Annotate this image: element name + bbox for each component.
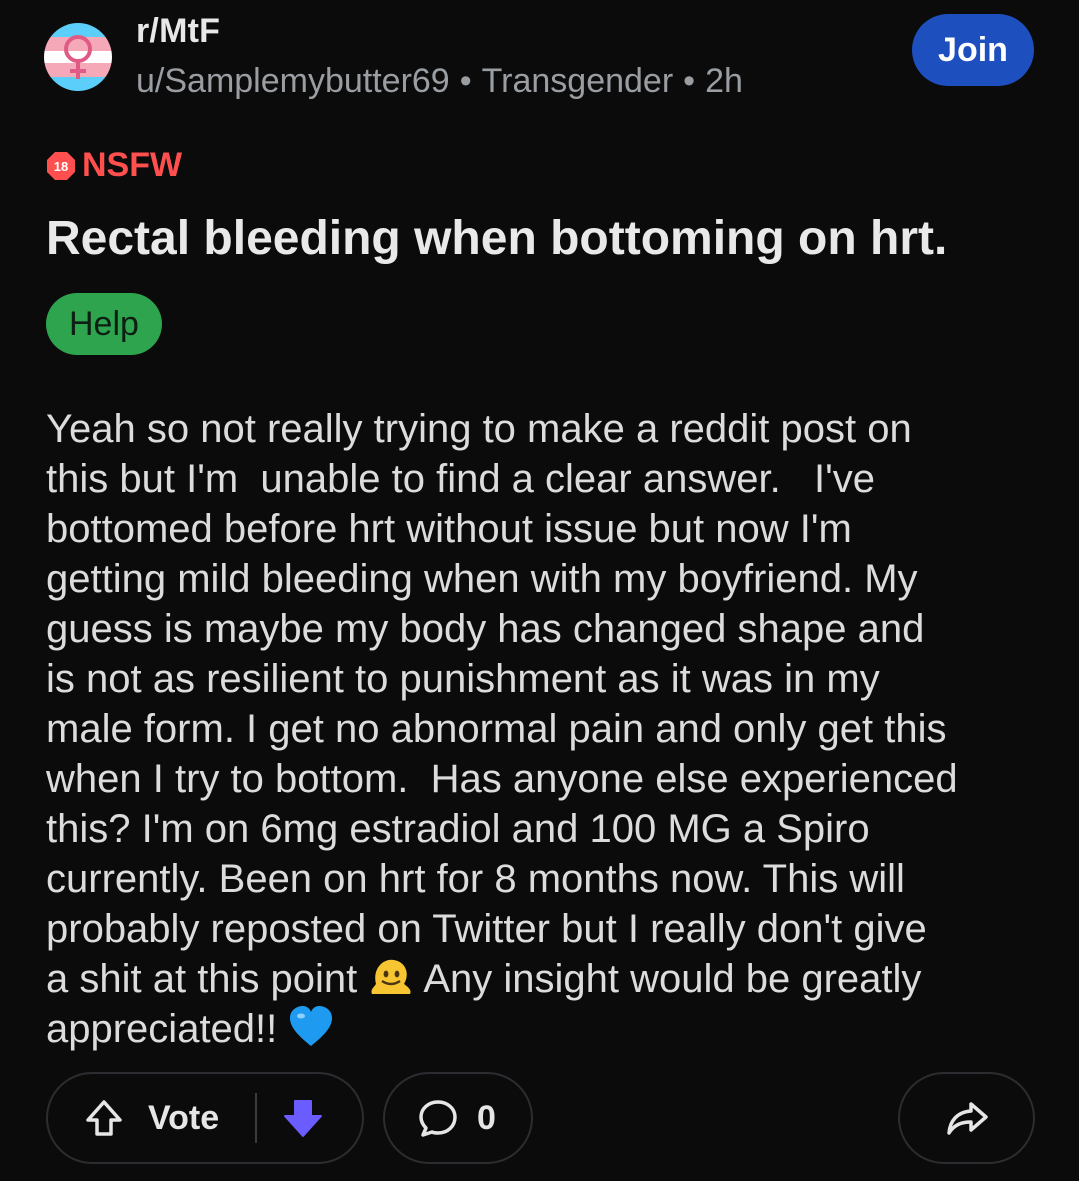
meta-separator: • bbox=[683, 62, 696, 100]
join-button[interactable]: Join bbox=[912, 14, 1034, 86]
melting-face-emoji bbox=[371, 959, 411, 994]
post-title[interactable]: Rectal bleeding when bottoming on hrt. bbox=[46, 208, 1046, 270]
nsfw-badge-number: 18 bbox=[54, 159, 68, 174]
vote-divider bbox=[255, 1093, 258, 1143]
username-link[interactable]: u/Samplemybutter69 bbox=[136, 62, 450, 100]
trans-symbol-avatar bbox=[44, 23, 112, 91]
downvote-arrow-icon[interactable] bbox=[281, 1096, 325, 1140]
18-plus-badge-icon: 18 bbox=[47, 151, 75, 180]
comment-count: 0 bbox=[477, 1098, 496, 1137]
subreddit-name[interactable]: r/MtF bbox=[136, 12, 220, 51]
blue-heart-emoji bbox=[290, 1006, 333, 1046]
post-meta: u/Samplemybutter69 • Transgender • 2h bbox=[136, 62, 743, 101]
comment-button[interactable]: 0 bbox=[383, 1072, 533, 1164]
meta-separator: • bbox=[459, 62, 472, 100]
post-body: Yeah so not really trying to make a redd… bbox=[46, 404, 1036, 1054]
nsfw-tag: 18 NSFW bbox=[46, 146, 182, 185]
vote-bar: Vote bbox=[46, 1072, 364, 1164]
share-arrow-icon bbox=[946, 1102, 988, 1135]
post-time: 2h bbox=[705, 62, 743, 100]
comment-bubble-icon bbox=[419, 1100, 457, 1137]
vote-label: Vote bbox=[148, 1098, 220, 1137]
nsfw-label: NSFW bbox=[82, 146, 183, 184]
user-flair: Transgender bbox=[481, 62, 674, 100]
subreddit-avatar[interactable] bbox=[44, 23, 112, 91]
upvote-arrow-icon[interactable] bbox=[82, 1096, 126, 1140]
post-flair[interactable]: Help bbox=[46, 293, 162, 355]
share-button[interactable] bbox=[898, 1072, 1035, 1164]
post-body-text: Yeah so not really trying to make a redd… bbox=[46, 407, 958, 1001]
post-card: r/MtF u/Samplemybutter69 • Transgender • 2h … bbox=[0, 0, 1079, 1181]
